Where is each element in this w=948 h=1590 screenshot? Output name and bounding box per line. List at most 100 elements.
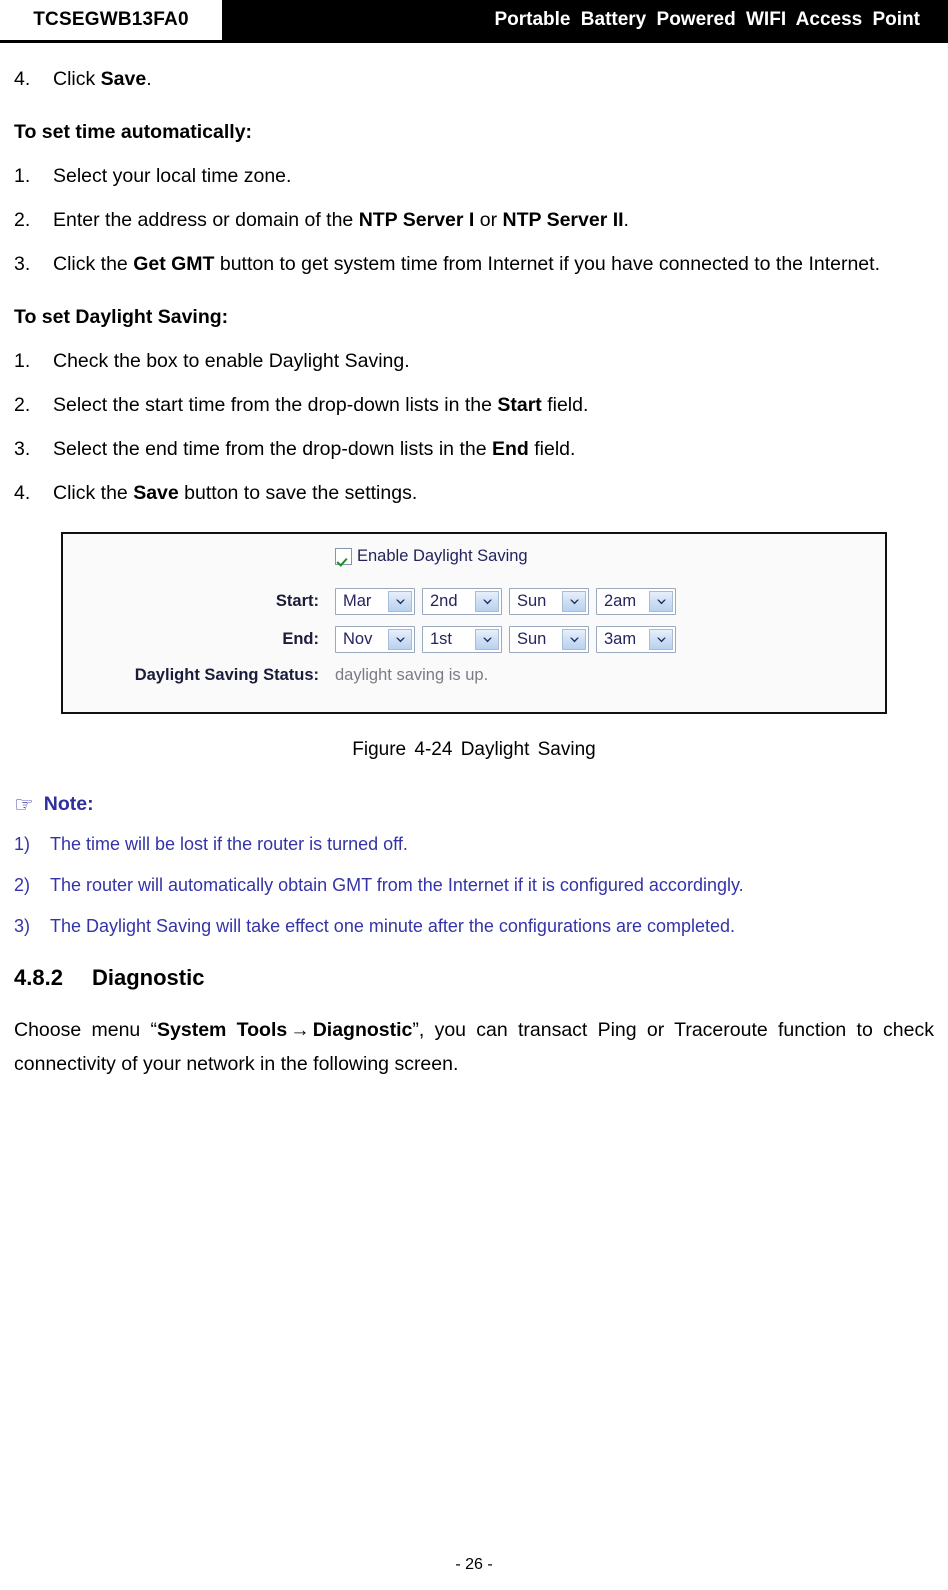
list-number: 3. bbox=[14, 253, 31, 275]
daylight-saving-status-value: daylight saving is up. bbox=[335, 666, 489, 684]
text-segment-bold: End bbox=[491, 438, 529, 460]
section-number: 4.8.2 bbox=[14, 965, 63, 990]
end-week-select[interactable]: 1st bbox=[422, 626, 502, 653]
list-item: 2. Enter the address or domain of the NT… bbox=[14, 207, 934, 233]
start-week-value: 2nd bbox=[430, 592, 458, 610]
text-segment-bold: Get GMT bbox=[133, 253, 215, 275]
end-month-value: Nov bbox=[343, 630, 373, 648]
start-month-select[interactable]: Mar bbox=[335, 588, 415, 615]
end-hour-select[interactable]: 3am bbox=[596, 626, 676, 653]
start-hour-value: 2am bbox=[604, 592, 637, 610]
list-item: 4. Click Save. bbox=[14, 66, 934, 92]
start-row: Start: Mar 2nd Sun 2am bbox=[63, 588, 885, 615]
list-number: 3. bbox=[14, 438, 31, 460]
list-number: 4. bbox=[14, 482, 31, 504]
text-segment: Select the start time from the drop-down… bbox=[53, 394, 498, 416]
chevron-down-icon[interactable] bbox=[475, 629, 499, 650]
menu-path-system-tools: System Tools bbox=[157, 1019, 288, 1041]
list-text: Enter the address or domain of the NTP S… bbox=[53, 207, 934, 233]
subheading-auto-time: To set time automatically: bbox=[14, 121, 253, 143]
text-segment: button to save the settings. bbox=[178, 482, 418, 504]
text-segment: field. bbox=[528, 438, 576, 460]
text-segment: Select the end time from the drop-down l… bbox=[53, 438, 492, 460]
text-segment: Enter the address or domain of the bbox=[53, 209, 359, 231]
text-segment: . bbox=[146, 68, 152, 90]
note-heading: ☞ Note: bbox=[14, 793, 934, 816]
text-segment: Choose menu “ bbox=[14, 1019, 158, 1041]
note-item: 3) The Daylight Saving will take effect … bbox=[14, 914, 934, 939]
start-selects: Mar 2nd Sun 2am bbox=[335, 588, 676, 615]
section-heading: 4.8.2 Diagnostic bbox=[14, 965, 934, 991]
list-text: Select the end time from the drop-down l… bbox=[53, 436, 934, 462]
enable-daylight-saving-row: Enable Daylight Saving bbox=[63, 547, 885, 566]
enable-daylight-saving-control[interactable]: Enable Daylight Saving bbox=[335, 547, 528, 566]
text-segment: Check the box to enable Daylight Saving. bbox=[53, 350, 410, 372]
header-title-wrap: Portable Battery Powered WIFI Access Poi… bbox=[222, 0, 948, 40]
model-name: TCSEGWB13FA0 bbox=[33, 9, 189, 30]
list-item: 3. Click the Get GMT button to get syste… bbox=[14, 251, 934, 277]
start-hour-select[interactable]: 2am bbox=[596, 588, 676, 615]
note-number: 3) bbox=[14, 916, 31, 936]
header-title: Portable Battery Powered WIFI Access Poi… bbox=[494, 9, 920, 30]
list-number: 1. bbox=[14, 350, 31, 372]
page-footer: - 26 - bbox=[0, 1556, 948, 1574]
section-title: Diagnostic bbox=[92, 965, 205, 990]
daylight-saving-status-label: Daylight Saving Status: bbox=[134, 666, 319, 684]
end-day-select[interactable]: Sun bbox=[509, 626, 589, 653]
menu-path-diagnostic: Diagnostic bbox=[312, 1019, 413, 1041]
list-text: Click the Save button to save the settin… bbox=[53, 480, 934, 506]
chevron-down-icon[interactable] bbox=[562, 591, 586, 612]
text-segment: button to get system time from Internet … bbox=[214, 253, 880, 275]
list-text: Select your local time zone. bbox=[53, 163, 934, 189]
end-selects: Nov 1st Sun 3am bbox=[335, 626, 676, 653]
enable-daylight-saving-label: Enable Daylight Saving bbox=[357, 547, 528, 565]
end-label: End: bbox=[282, 630, 319, 648]
note-text: The Daylight Saving will take effect one… bbox=[50, 916, 736, 936]
figure-caption: Figure 4-24 Daylight Saving bbox=[352, 739, 596, 760]
document-content: 4. Click Save. To set time automatically… bbox=[0, 43, 948, 1081]
text-segment-bold: NTP Server I bbox=[358, 209, 475, 231]
list-text: Click the Get GMT button to get system t… bbox=[53, 251, 934, 277]
subheading-daylight-saving: To set Daylight Saving: bbox=[14, 306, 229, 328]
note-item: 1) The time will be lost if the router i… bbox=[14, 832, 934, 857]
chevron-down-icon[interactable] bbox=[649, 629, 673, 650]
router-ui-panel: Enable Daylight Saving Start: Mar 2nd Su… bbox=[61, 532, 887, 714]
chevron-down-icon[interactable] bbox=[649, 591, 673, 612]
chevron-down-icon[interactable] bbox=[475, 591, 499, 612]
chevron-down-icon[interactable] bbox=[562, 629, 586, 650]
text-segment-bold: Save bbox=[100, 68, 147, 90]
list-number: 1. bbox=[14, 165, 31, 187]
note-text: The time will be lost if the router is t… bbox=[50, 834, 408, 854]
text-segment-bold: Start bbox=[497, 394, 542, 416]
end-week-value: 1st bbox=[430, 630, 453, 648]
text-segment: Click the bbox=[53, 482, 134, 504]
note-number: 2) bbox=[14, 875, 31, 895]
list-text: Select the start time from the drop-down… bbox=[53, 392, 934, 418]
list-number: 4. bbox=[14, 68, 31, 90]
chevron-down-icon[interactable] bbox=[388, 629, 412, 650]
section-paragraph: Choose menu “System Tools → Diagnostic”, y… bbox=[14, 1013, 934, 1081]
pointing-hand-icon: ☞ bbox=[14, 791, 34, 817]
page-header: TCSEGWB13FA0 Portable Battery Powered WI… bbox=[0, 0, 948, 40]
list-number: 2. bbox=[14, 394, 31, 416]
list-item: 1. Select your local time zone. bbox=[14, 163, 934, 189]
list-item: 3. Select the end time from the drop-dow… bbox=[14, 436, 934, 462]
chevron-down-icon[interactable] bbox=[388, 591, 412, 612]
start-label: Start: bbox=[275, 592, 319, 610]
end-month-select[interactable]: Nov bbox=[335, 626, 415, 653]
figure-daylight-saving: Enable Daylight Saving Start: Mar 2nd Su… bbox=[14, 532, 934, 714]
list-text: Check the box to enable Daylight Saving. bbox=[53, 348, 934, 374]
text-segment: Click the bbox=[53, 253, 134, 275]
end-hour-value: 3am bbox=[604, 630, 637, 648]
list-number: 2. bbox=[14, 209, 31, 231]
text-segment: . bbox=[623, 209, 629, 231]
start-month-value: Mar bbox=[343, 592, 372, 610]
note-number: 1) bbox=[14, 834, 31, 854]
note-text: The router will automatically obtain GMT… bbox=[50, 875, 744, 895]
list-text: Click Save. bbox=[53, 66, 934, 92]
enable-daylight-saving-checkbox[interactable] bbox=[335, 548, 352, 565]
start-week-select[interactable]: 2nd bbox=[422, 588, 502, 615]
start-day-select[interactable]: Sun bbox=[509, 588, 589, 615]
note-item: 2) The router will automatically obtain … bbox=[14, 873, 934, 898]
model-name-box: TCSEGWB13FA0 bbox=[0, 0, 222, 40]
